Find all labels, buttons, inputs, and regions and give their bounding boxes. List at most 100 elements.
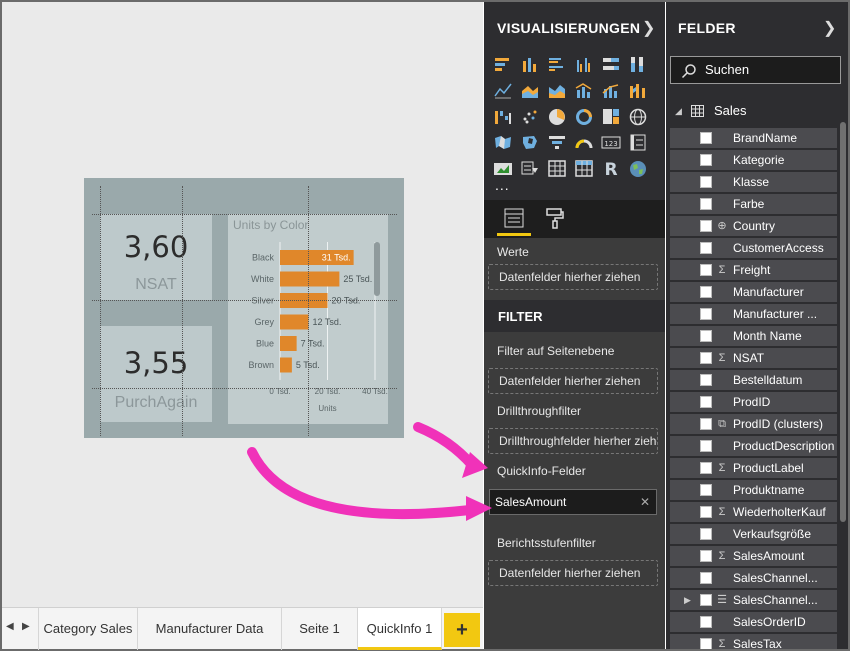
field-item[interactable]: ⧉ ProdID (clusters) <box>670 414 837 434</box>
field-item[interactable]: Month Name <box>670 326 837 346</box>
line-chart-icon[interactable] <box>493 81 513 100</box>
tab-category-sales[interactable]: Category Sales <box>38 608 138 650</box>
field-item[interactable]: BrandName <box>670 128 837 148</box>
tab-seite-1[interactable]: Seite 1 <box>282 608 358 650</box>
table-sales[interactable]: ◢ Sales <box>666 100 848 122</box>
field-checkbox[interactable] <box>700 506 712 518</box>
multi-row-card-icon[interactable] <box>628 133 648 152</box>
field-item[interactable]: Produktname <box>670 480 837 500</box>
field-checkbox[interactable] <box>700 462 712 474</box>
card-123-icon[interactable]: 123 <box>601 133 621 152</box>
field-item[interactable]: Kategorie <box>670 150 837 170</box>
field-checkbox[interactable] <box>700 550 712 562</box>
field-checkbox[interactable] <box>700 396 712 408</box>
field-checkbox[interactable] <box>700 352 712 364</box>
waterfall-chart-icon[interactable] <box>493 107 513 126</box>
field-item[interactable]: Klasse <box>670 172 837 192</box>
tab-scroll-right-icon[interactable]: ▶ <box>22 621 30 632</box>
field-checkbox[interactable] <box>700 374 712 386</box>
field-item[interactable]: Farbe <box>670 194 837 214</box>
report-canvas[interactable]: 3,60 NSAT 3,55 PurchAgain Units by Color… <box>2 2 483 607</box>
field-checkbox[interactable] <box>700 308 712 320</box>
purchagain-card[interactable]: 3,55 PurchAgain <box>100 326 212 422</box>
more-visuals-icon[interactable]: ... <box>495 177 510 193</box>
field-item[interactable]: ProductDescription <box>670 436 837 456</box>
report-filter-dropzone[interactable]: Datenfelder hierher ziehen <box>488 560 658 586</box>
stacked-column-icon[interactable] <box>520 55 540 74</box>
filled-map-icon[interactable] <box>493 133 513 152</box>
werte-dropzone[interactable]: Datenfelder hierher ziehen <box>488 264 658 290</box>
field-item[interactable]: Manufacturer ... <box>670 304 837 324</box>
field-checkbox[interactable] <box>700 484 712 496</box>
add-page-button[interactable]: + <box>444 613 480 647</box>
field-checkbox[interactable] <box>700 242 712 254</box>
stacked-area-icon[interactable] <box>547 81 567 100</box>
field-item[interactable]: Σ SalesAmount <box>670 546 837 566</box>
field-checkbox[interactable] <box>700 198 712 210</box>
map-globe-icon[interactable] <box>628 107 648 126</box>
fields-well-icon[interactable] <box>503 207 525 229</box>
field-checkbox[interactable] <box>700 176 712 188</box>
field-checkbox[interactable] <box>700 264 712 276</box>
clustered-column-icon[interactable] <box>574 55 594 74</box>
remove-field-icon[interactable]: ✕ <box>640 490 650 514</box>
field-item[interactable]: Σ Freight <box>670 260 837 280</box>
slicer-icon[interactable] <box>520 159 540 178</box>
field-item[interactable]: Manufacturer <box>670 282 837 302</box>
expand-triangle-icon[interactable]: ▶ <box>684 590 691 610</box>
field-checkbox[interactable] <box>700 330 712 342</box>
field-checkbox[interactable] <box>700 418 712 430</box>
pie-chart-icon[interactable] <box>547 107 567 126</box>
field-checkbox[interactable] <box>700 132 712 144</box>
100-stacked-column-icon[interactable] <box>628 55 648 74</box>
format-paint-roller-icon[interactable] <box>544 206 566 230</box>
chart-scrollbar[interactable] <box>374 242 380 296</box>
tooltip-field-salesamount[interactable]: SalesAmount ✕ <box>489 489 657 515</box>
clustered-bar-icon[interactable] <box>547 55 567 74</box>
line-stacked-column-icon[interactable] <box>601 81 621 100</box>
field-item[interactable]: Bestelldatum <box>670 370 837 390</box>
gauge-icon[interactable] <box>574 133 594 152</box>
field-item[interactable]: CustomerAccess <box>670 238 837 258</box>
field-item[interactable]: Verkaufsgröße <box>670 524 837 544</box>
r-script-icon[interactable]: R <box>601 159 621 178</box>
field-item[interactable]: Σ ProductLabel <box>670 458 837 478</box>
collapse-chevron-icon[interactable]: ❯ <box>642 18 655 38</box>
field-checkbox[interactable] <box>700 154 712 166</box>
kpi-icon[interactable] <box>493 159 513 178</box>
field-checkbox[interactable] <box>700 440 712 452</box>
tab-manufacturer-data[interactable]: Manufacturer Data <box>138 608 282 650</box>
donut-chart-icon[interactable] <box>574 107 594 126</box>
line-clustered-column-icon[interactable] <box>574 81 594 100</box>
expand-chevron-icon[interactable]: ❯ <box>823 18 836 38</box>
area-chart-icon[interactable] <box>520 81 540 100</box>
arcgis-map-icon[interactable] <box>628 159 648 178</box>
scatter-chart-icon[interactable] <box>520 107 540 126</box>
page-filter-dropzone[interactable]: Datenfelder hierher ziehen <box>488 368 658 394</box>
field-item[interactable]: ProdID <box>670 392 837 412</box>
collapse-triangle-icon[interactable]: ◢ <box>675 100 682 122</box>
field-item[interactable]: Σ WiederholterKauf <box>670 502 837 522</box>
report-page[interactable]: 3,60 NSAT 3,55 PurchAgain Units by Color… <box>84 178 404 438</box>
field-item[interactable]: SalesOrderID <box>670 612 837 632</box>
ribbon-chart-icon[interactable] <box>628 81 648 100</box>
field-checkbox[interactable] <box>700 528 712 540</box>
funnel-chart-icon[interactable] <box>547 133 567 152</box>
matrix-icon[interactable] <box>574 159 594 178</box>
field-item[interactable]: Σ NSAT <box>670 348 837 368</box>
tab-quickinfo-1[interactable]: QuickInfo 1 <box>358 608 442 650</box>
100-stacked-bar-icon[interactable] <box>601 55 621 74</box>
field-checkbox[interactable] <box>700 220 712 232</box>
search-input[interactable]: Suchen <box>670 56 841 84</box>
field-checkbox[interactable] <box>700 594 712 606</box>
field-checkbox[interactable] <box>700 572 712 584</box>
field-item[interactable]: SalesChannel... <box>670 568 837 588</box>
field-item[interactable]: Σ SalesTax <box>670 634 837 649</box>
drillthrough-dropzone[interactable]: Drillthroughfelder hierher ziehen <box>488 428 658 454</box>
field-checkbox[interactable] <box>700 616 712 628</box>
field-checkbox[interactable] <box>700 638 712 649</box>
field-item[interactable]: ⊕ Country <box>670 216 837 236</box>
stacked-bar-icon[interactable] <box>493 55 513 74</box>
shape-map-icon[interactable] <box>520 133 540 152</box>
field-checkbox[interactable] <box>700 286 712 298</box>
